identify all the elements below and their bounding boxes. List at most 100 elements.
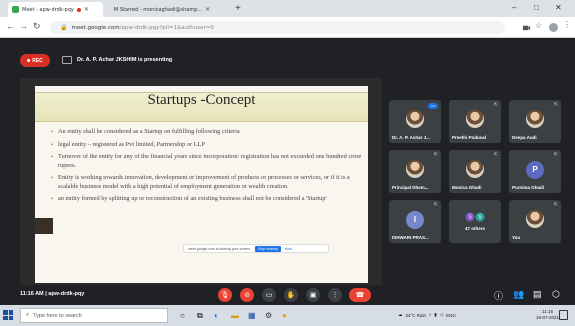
task-view-icon[interactable]: ⧉ (197, 311, 203, 321)
maximize-button[interactable]: □ (534, 3, 539, 12)
forward-arrow-icon[interactable]: → (19, 21, 28, 31)
pin-icon[interactable]: ⇱ (494, 152, 498, 158)
hide-button[interactable]: Hide (285, 247, 292, 251)
network-icon[interactable]: ▮ (434, 312, 436, 318)
browser-menu-icon[interactable]: ⋮ (563, 20, 572, 29)
close-tab-icon[interactable]: ✕ (84, 6, 89, 13)
participant-name: You (512, 235, 521, 240)
participant-name: ISHWARI PRAS... (392, 235, 429, 240)
pin-icon[interactable]: ⇱ (434, 152, 438, 158)
participant-name: Preethi Poduval (452, 135, 487, 140)
meeting-details: 11:16 AM | apw-drdk-pqy (20, 291, 84, 297)
others-tile[interactable]: S S 47 others (449, 200, 501, 243)
slide-bullet: legal entity – registered as Pvt limited… (51, 141, 363, 150)
present-now-button[interactable]: ▣ (306, 288, 320, 302)
microphone-off-button[interactable]: 🎙 (218, 288, 232, 302)
participant-tile[interactable]: ⇱ Deepa Audi (509, 100, 561, 143)
reload-icon[interactable]: ↻ (33, 21, 41, 32)
cortana-icon[interactable]: ○ (180, 311, 185, 320)
participant-avatar: I (406, 210, 424, 229)
raise-hand-button[interactable]: ✋ (284, 288, 298, 302)
people-icon[interactable]: 👥 (513, 289, 524, 300)
new-tab-button[interactable]: + (235, 3, 241, 14)
taskbar-search-field[interactable]: ⌕ Type here to search (20, 308, 168, 323)
participant-tile[interactable]: P ⇱ Purnima Ghadi (509, 150, 561, 193)
browser-tab-strip: Meet - apw-drdk-pqy ✕ M Starred - monica… (0, 0, 575, 17)
more-options-icon[interactable]: ••• (428, 103, 438, 109)
record-dot-icon (27, 59, 31, 62)
participant-name: Dr. A. P. Achar J... (392, 135, 430, 140)
address-bar-row: ← → ↻ 🔒 meet.google.com /apw-drdk-pqy?pl… (0, 17, 575, 38)
weather-cloud-icon[interactable]: ☁ (398, 312, 403, 318)
bookmark-star-icon[interactable]: ☆ (535, 21, 544, 30)
file-explorer-icon[interactable]: ▬ (231, 311, 239, 320)
url-path: /apw-drdk-pqy?pli=1&authuser=0 (119, 24, 214, 31)
taskbar-clock[interactable]: 11:16 16-07-2021 (536, 309, 559, 321)
others-avatars: S S (465, 212, 485, 222)
slide-title: Startups -Concept (147, 92, 256, 108)
participant-tile[interactable]: I ⇱ ISHWARI PRAS... (389, 200, 441, 243)
captions-button[interactable]: ▭ (262, 288, 276, 302)
self-tile[interactable]: ⇱ You (509, 200, 561, 243)
camera-permission-icon[interactable] (522, 23, 531, 32)
others-avatar: S (465, 212, 475, 222)
notification-center-icon[interactable] (559, 310, 568, 320)
activities-icon[interactable]: ⬡ (552, 289, 560, 300)
windows-start-icon[interactable] (3, 310, 13, 320)
url-host: meet.google.com (71, 24, 120, 31)
participant-tile[interactable]: ⇱ Principal Dhem... (389, 150, 441, 193)
url-field[interactable]: 🔒 meet.google.com /apw-drdk-pqy?pli=1&au… (50, 21, 505, 34)
chrome-icon[interactable]: ● (282, 311, 287, 320)
edge-icon[interactable]: ◐ (214, 311, 219, 320)
chat-icon[interactable]: ▤ (533, 289, 542, 300)
pin-icon[interactable]: ⇱ (554, 152, 558, 158)
presenting-banner: Dr. A. P. Achar JKSHIM is presenting (62, 52, 172, 68)
tray-chevron-icon[interactable]: ^ (429, 313, 431, 318)
slide-bullet: Turnover of the entity for any of the fi… (51, 153, 363, 170)
participant-name: Purnima Ghadi (512, 185, 545, 190)
pin-icon[interactable]: ⇱ (554, 102, 558, 108)
profile-avatar-icon[interactable] (549, 23, 558, 32)
slide-decor-left (35, 218, 53, 234)
store-icon[interactable]: ▦ (248, 311, 256, 320)
participant-photo (466, 159, 484, 178)
pin-icon[interactable]: ⇱ (494, 102, 498, 108)
participant-name: Principal Dhem... (392, 185, 429, 190)
camera-off-button[interactable]: ⊘ (240, 288, 254, 302)
participant-tile[interactable]: ••• Dr. A. P. Achar J... (389, 100, 441, 143)
search-icon: ⌕ (26, 312, 30, 318)
slide-bullet: an entity formed by splitting up or reco… (51, 195, 363, 204)
participant-tile[interactable]: ⇱ Preethi Poduval (449, 100, 501, 143)
lang-indicator[interactable]: ENG (446, 313, 456, 318)
back-arrow-icon[interactable]: ← (6, 21, 15, 31)
participant-tile[interactable]: ⇱ Monica Ghadi (449, 150, 501, 193)
system-tray: ☁ 24°C Rain ^ ▮ ◁ ENG (398, 312, 456, 318)
slide-bullet: An entity shall be considered as a Start… (51, 128, 363, 137)
meeting-info-icon[interactable]: ⓘ (494, 289, 503, 302)
close-tab-icon[interactable]: ✕ (205, 6, 210, 13)
meet-favicon-icon (12, 6, 19, 13)
present-screen-icon (62, 56, 72, 64)
lock-icon: 🔒 (60, 24, 68, 31)
volume-icon[interactable]: ◁ (440, 312, 443, 318)
tab-gmail[interactable]: M Starred - monicaghadi@shamp... ✕ (110, 2, 230, 17)
stop-sharing-button[interactable]: Stop sharing (255, 245, 281, 252)
slide: Startups -Concept An entity shall be con… (35, 86, 368, 283)
pin-icon[interactable]: ⇱ (554, 202, 558, 208)
others-count: 47 others (464, 226, 485, 231)
tab-meet[interactable]: Meet - apw-drdk-pqy ✕ (8, 2, 103, 17)
tab-title: M Starred - monicaghadi@shamp... (114, 6, 203, 13)
others-avatar: S (475, 212, 485, 222)
more-options-button[interactable]: ⋮ (328, 288, 342, 302)
weather-text: 24°C Rain (405, 312, 427, 318)
settings-gear-icon[interactable]: ⚙ (265, 311, 272, 320)
meet-stage: REC Dr. A. P. Achar JKSHIM is presenting… (0, 38, 575, 304)
participant-photo (526, 109, 544, 128)
presenting-text: Dr. A. P. Achar JKSHIM is presenting (77, 57, 173, 63)
windows-taskbar: ⌕ Type here to search ○ ⧉ ◐ ▬ ▦ ⚙ ● ☁ 24… (0, 305, 575, 326)
pin-icon[interactable]: ⇱ (434, 202, 438, 208)
close-window-button[interactable]: ✕ (555, 3, 562, 12)
participant-name: Monica Ghadi (452, 185, 482, 190)
leave-call-button[interactable]: ☎ (349, 288, 371, 302)
minimize-button[interactable]: – (512, 3, 516, 12)
